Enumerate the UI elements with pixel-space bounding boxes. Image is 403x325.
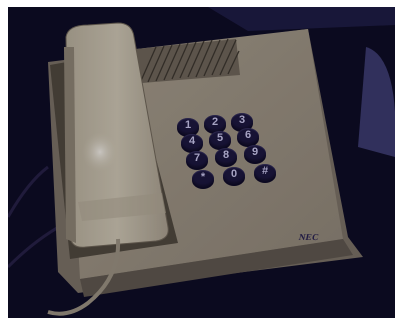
key-8[interactable]: 8 <box>215 148 237 165</box>
key-hash[interactable]: # <box>254 164 276 181</box>
key-7[interactable]: 7 <box>186 151 208 168</box>
key-6-label: 6 <box>244 129 252 141</box>
key-4[interactable]: 4 <box>181 134 203 151</box>
key-hash-label: # <box>261 165 269 177</box>
key-star-label: * <box>200 171 206 183</box>
photo: 1 2 3 4 5 6 7 8 9 * 0 # NEC <box>8 7 395 318</box>
key-9-label: 9 <box>251 146 259 158</box>
key-star[interactable]: * <box>192 170 214 187</box>
key-7-label: 7 <box>193 152 201 164</box>
key-2-label: 2 <box>211 116 219 128</box>
key-8-label: 8 <box>222 149 230 161</box>
key-3-label: 3 <box>238 114 246 126</box>
key-5[interactable]: 5 <box>209 131 231 148</box>
key-5-label: 5 <box>216 132 224 144</box>
key-1[interactable]: 1 <box>177 118 199 135</box>
key-6[interactable]: 6 <box>237 128 259 145</box>
key-4-label: 4 <box>188 135 196 147</box>
key-2[interactable]: 2 <box>204 115 226 132</box>
key-1-label: 1 <box>184 119 192 131</box>
key-0[interactable]: 0 <box>223 167 245 184</box>
key-9[interactable]: 9 <box>244 145 266 162</box>
brand-logo: NEC <box>297 232 320 242</box>
key-0-label: 0 <box>230 168 238 180</box>
